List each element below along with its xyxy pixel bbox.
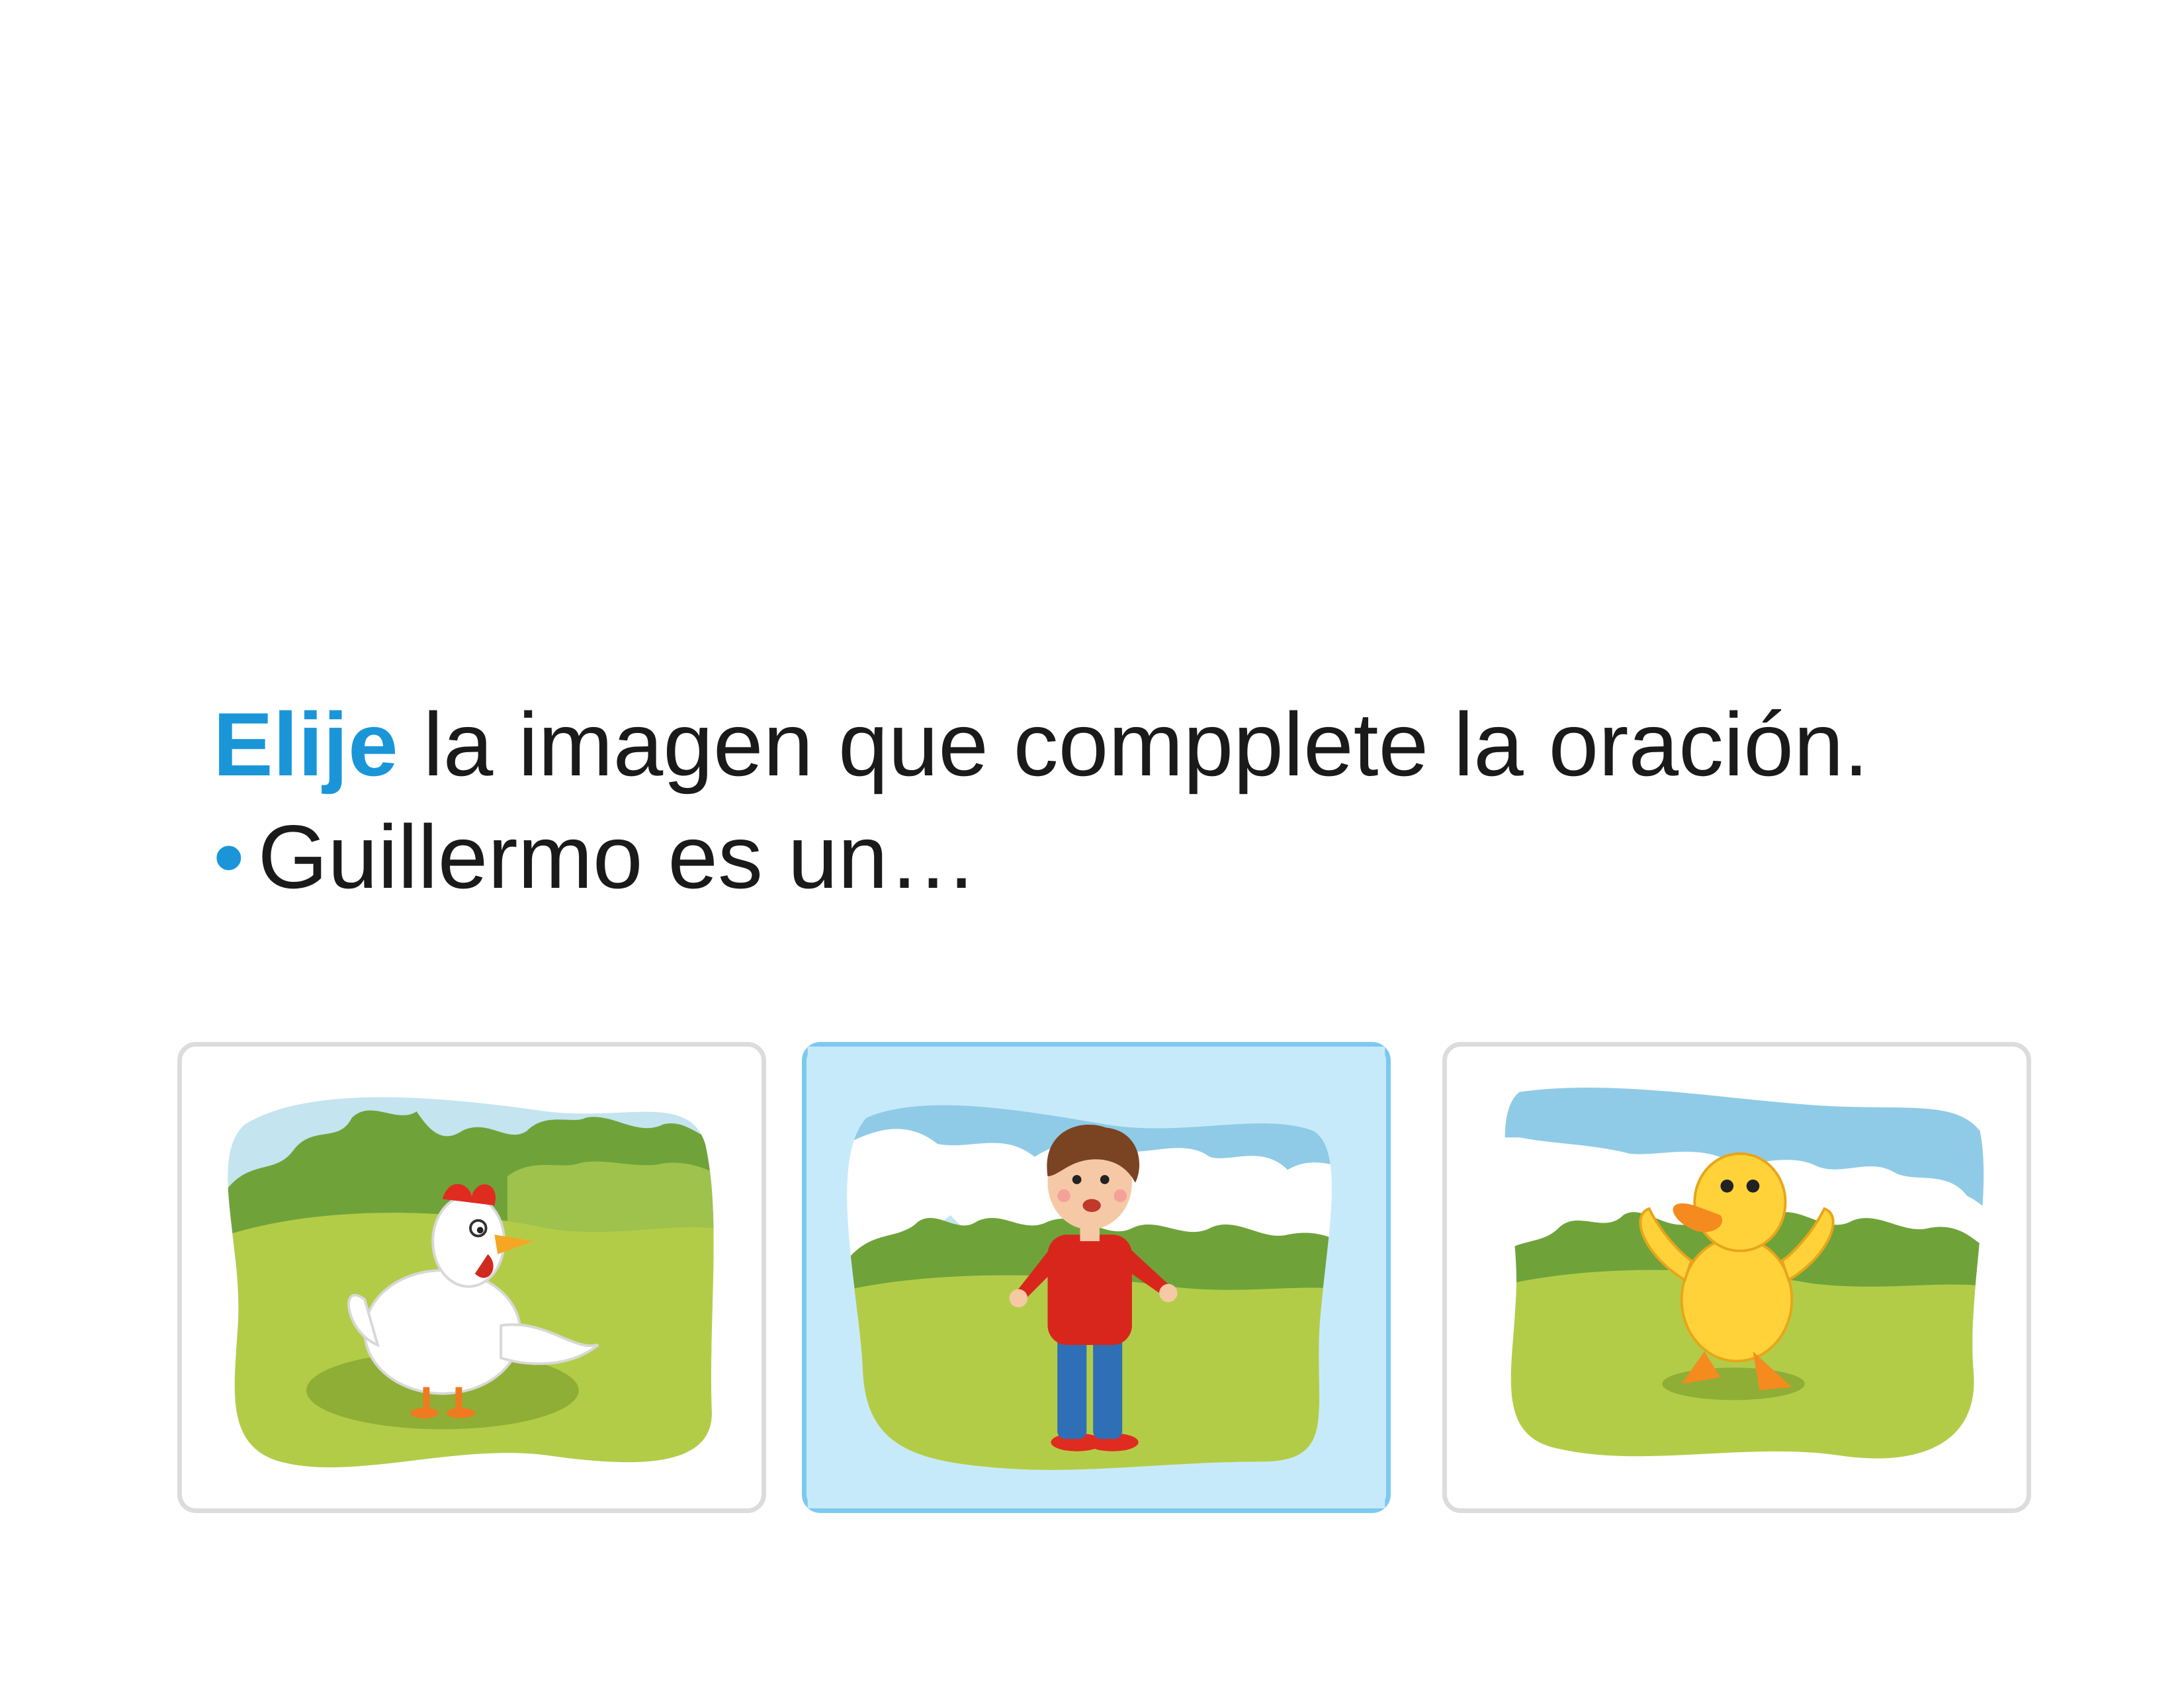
hen-icon — [228, 1097, 714, 1468]
option-card-duckling[interactable] — [1442, 1042, 2031, 1513]
instruction-verb: Elije — [213, 694, 398, 795]
prompt-text: Guillermo es un… — [257, 806, 979, 907]
instruction-text: Elije la imagen que compplete la oración… — [213, 688, 1868, 800]
prompt-sentence: • Guillermo es un… — [213, 800, 978, 913]
boy-icon — [807, 1047, 1385, 1508]
option-card-boy[interactable] — [802, 1042, 1391, 1513]
option-card-hen[interactable] — [177, 1042, 766, 1513]
duckling-icon — [1505, 1088, 1984, 1459]
bullet-icon: • — [213, 806, 245, 907]
instruction-rest: la imagen que compplete la oración. — [398, 694, 1869, 795]
